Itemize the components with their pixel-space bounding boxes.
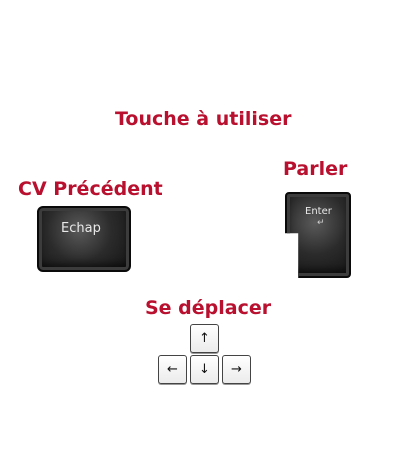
enter-key[interactable]: Enter ↵ — [285, 192, 351, 278]
enter-key-label: Enter — [305, 206, 332, 217]
arrow-right-key[interactable]: → — [222, 355, 251, 384]
escape-key[interactable]: Echap — [37, 206, 131, 272]
previous-cv-label: CV Précédent — [18, 178, 163, 200]
arrow-left-icon: ← — [167, 362, 178, 377]
speak-label: Parler — [283, 158, 348, 180]
arrow-down-icon: ↓ — [199, 362, 210, 377]
enter-return-icon: ↵ — [317, 218, 325, 228]
arrow-left-key[interactable]: ← — [158, 355, 187, 384]
arrow-down-key[interactable]: ↓ — [190, 355, 219, 384]
arrow-up-key[interactable]: ↑ — [190, 324, 219, 353]
move-label: Se déplacer — [145, 297, 272, 319]
page-title: Touche à utiliser — [115, 108, 292, 130]
arrow-up-icon: ↑ — [199, 331, 210, 346]
arrow-right-icon: → — [231, 362, 242, 377]
escape-key-label: Echap — [61, 221, 101, 236]
